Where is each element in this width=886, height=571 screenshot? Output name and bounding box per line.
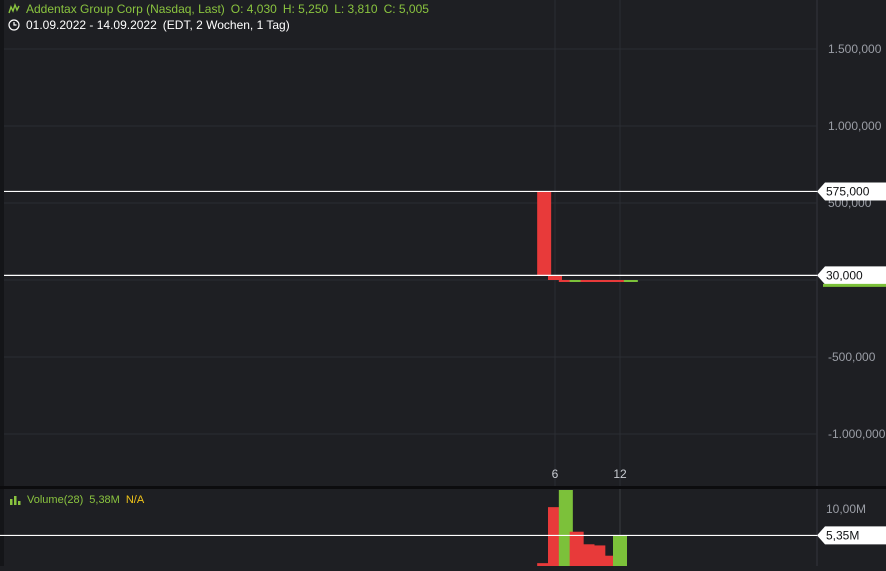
y-tick-label: 1.000,000 bbox=[828, 119, 882, 133]
price-bar bbox=[623, 279, 638, 282]
date-range-row: 01.09.2022 - 14.09.2022 (EDT, 2 Wochen, … bbox=[8, 18, 290, 32]
y-tick-label: -1.000,000 bbox=[828, 427, 886, 441]
volume-na: N/A bbox=[125, 494, 145, 506]
low-value: L: 3,810 bbox=[334, 2, 378, 16]
volume-value: 5,38M bbox=[89, 494, 120, 506]
chart-svg[interactable]: 1.500,0001.000,000500,0000-500,000-1.000… bbox=[0, 0, 886, 566]
pane-divider bbox=[0, 486, 886, 489]
x-tick-label: 12 bbox=[613, 467, 627, 481]
y-tick-label: 1.500,000 bbox=[828, 42, 882, 56]
vol-y-tick-label: 10,00M bbox=[826, 502, 866, 516]
high-value: H: 5,250 bbox=[282, 2, 329, 16]
chart-area[interactable]: 1.500,0001.000,000500,0000-500,000-1.000… bbox=[0, 0, 886, 566]
volume-bar bbox=[613, 535, 627, 566]
bar-chart-icon bbox=[10, 495, 21, 505]
chart-header: Addentax Group Corp (Nasdaq, Last) O: 4,… bbox=[8, 2, 429, 16]
interval-label: (EDT, 2 Wochen, 1 Tag) bbox=[162, 18, 290, 32]
clock-icon bbox=[8, 19, 20, 31]
volume-label: Volume(28) bbox=[27, 494, 84, 506]
close-value: C: 5,005 bbox=[383, 2, 429, 16]
instrument-title: Addentax Group Corp (Nasdaq, Last) bbox=[26, 2, 225, 16]
date-range: 01.09.2022 - 14.09.2022 bbox=[26, 18, 157, 32]
y-tick-label: -500,000 bbox=[828, 350, 876, 364]
price-bar bbox=[537, 191, 552, 276]
left-edge-strip bbox=[0, 0, 4, 566]
volume-header: Volume(28) 5,38M N/A bbox=[10, 494, 144, 506]
x-tick-label: 6 bbox=[552, 467, 559, 481]
price-marker-label: 30,000 bbox=[826, 268, 863, 282]
price-marker-label: 575,000 bbox=[826, 184, 870, 198]
chart-type-icon bbox=[8, 3, 20, 15]
open-value: O: 4,030 bbox=[230, 2, 277, 16]
price-bar bbox=[548, 275, 562, 280]
volume-marker-label: 5,35M bbox=[826, 528, 859, 542]
